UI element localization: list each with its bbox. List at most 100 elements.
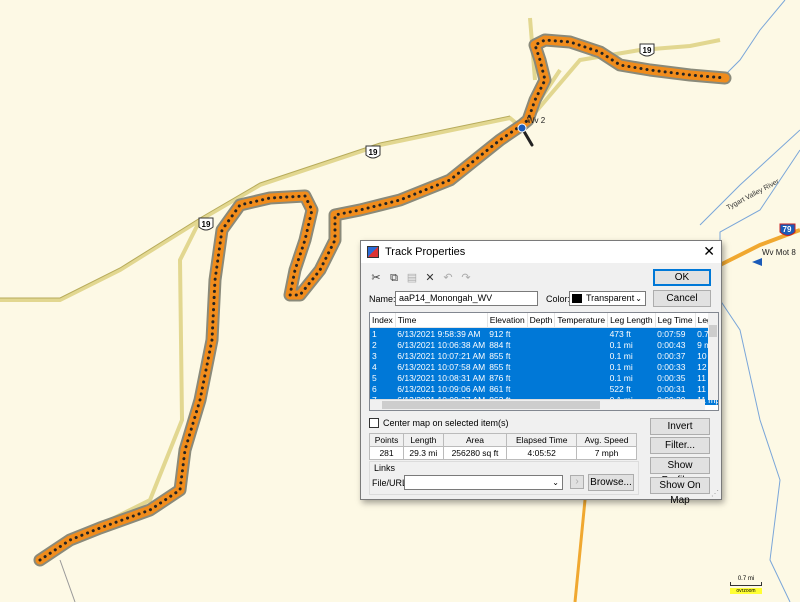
table-cell: 0.1 mi bbox=[607, 339, 656, 350]
delete-icon[interactable]: ✕ bbox=[423, 271, 437, 285]
river bbox=[719, 149, 800, 602]
copy-icon[interactable]: ⧉ bbox=[387, 271, 401, 285]
table-cell: 0:00:31 bbox=[655, 383, 696, 394]
table-cell: 6/13/2021 10:07:58 AM bbox=[395, 361, 488, 372]
wv2-marker-icon bbox=[517, 123, 527, 133]
table-row[interactable]: 2 6/13/2021 10:06:38 AM 884 ft 0.1 mi 0:00:4… bbox=[370, 339, 718, 350]
ok-button[interactable]: OK bbox=[653, 269, 711, 286]
table-cell: 0:00:43 bbox=[655, 339, 696, 350]
table-cell bbox=[554, 372, 608, 383]
svg-text:19: 19 bbox=[369, 148, 378, 157]
table-cell: 6/13/2021 10:09:06 AM bbox=[395, 383, 488, 394]
table-header: Index Time Elevation Depth Temperature L… bbox=[370, 313, 718, 328]
table-cell: 912 ft bbox=[487, 327, 528, 339]
track-stats: Points Length Area Elapsed Time Avg. Spe… bbox=[368, 433, 637, 460]
dialog-titlebar: Track Properties ✕ bbox=[361, 241, 721, 263]
scale-bar: 0.7 mi ovrzoom bbox=[730, 576, 762, 594]
name-label: Name: bbox=[369, 294, 396, 304]
table-cell: 522 ft bbox=[607, 383, 656, 394]
table-cell bbox=[554, 350, 608, 361]
svg-text:19: 19 bbox=[643, 46, 652, 55]
interstate-79-shield: 79 bbox=[779, 223, 796, 236]
track-points-table[interactable]: Index Time Elevation Depth Temperature L… bbox=[369, 312, 719, 411]
table-cell: 876 ft bbox=[487, 372, 528, 383]
name-field[interactable]: aaP14_Monongah_WV bbox=[395, 291, 538, 306]
color-select[interactable]: Transparent ⌄ bbox=[569, 291, 646, 306]
toolbar: ✂ ⧉ ▤ ✕ ↶ ↷ bbox=[369, 271, 473, 285]
table-cell: 6/13/2021 10:07:21 AM bbox=[395, 350, 488, 361]
col-depth[interactable]: Depth bbox=[527, 313, 556, 328]
table-row[interactable]: 1 6/13/2021 9:58:39 AM 912 ft 473 ft 0:07:59… bbox=[370, 327, 718, 339]
col-leg-length[interactable]: Leg Length bbox=[607, 313, 656, 328]
col-leg-time[interactable]: Leg Time bbox=[655, 313, 696, 328]
stat-area-value: 256280 sq ft bbox=[442, 446, 508, 460]
invert-button[interactable]: Invert bbox=[650, 418, 710, 435]
stat-area-label: Area bbox=[442, 433, 508, 447]
stat-length-value: 29.3 mi bbox=[403, 446, 444, 460]
undo-icon[interactable]: ↶ bbox=[441, 271, 455, 285]
file-url-input[interactable]: ⌄ bbox=[404, 475, 563, 490]
table-cell: 1 bbox=[370, 327, 396, 339]
chevron-down-icon: ⌄ bbox=[635, 294, 642, 303]
cut-icon[interactable]: ✂ bbox=[369, 271, 383, 285]
paste-icon[interactable]: ▤ bbox=[405, 271, 419, 285]
table-cell: 473 ft bbox=[607, 327, 656, 339]
cancel-button[interactable]: Cancel bbox=[653, 290, 711, 307]
col-elevation[interactable]: Elevation bbox=[487, 313, 528, 328]
center-map-checkbox[interactable] bbox=[369, 418, 379, 428]
links-label: Links bbox=[374, 463, 396, 473]
table-cell bbox=[554, 327, 608, 339]
table-cell: 4 bbox=[370, 361, 396, 372]
stats-value-row: 281 29.3 mi 256280 sq ft 4:05:52 7 mph bbox=[368, 446, 637, 460]
table-cell: 0.1 mi bbox=[607, 361, 656, 372]
hscroll-thumb[interactable] bbox=[382, 401, 600, 409]
horizontal-scrollbar[interactable] bbox=[370, 399, 705, 410]
stat-points-label: Points bbox=[368, 433, 405, 447]
table-cell bbox=[554, 361, 608, 372]
route-19-shield-2: 19 bbox=[365, 145, 381, 159]
redo-icon[interactable]: ↷ bbox=[459, 271, 473, 285]
col-temperature[interactable]: Temperature bbox=[554, 313, 609, 328]
table-cell bbox=[527, 350, 555, 361]
table-row[interactable]: 5 6/13/2021 10:08:31 AM 876 ft 0.1 mi 0:00:3… bbox=[370, 372, 718, 383]
link-go-button[interactable]: › bbox=[570, 475, 584, 489]
table-cell: 884 ft bbox=[487, 339, 528, 350]
table-cell bbox=[554, 383, 608, 394]
filter-button[interactable]: Filter... bbox=[650, 437, 710, 454]
resize-grip-icon[interactable]: ⋰ bbox=[711, 489, 719, 498]
stat-length-label: Length bbox=[403, 433, 444, 447]
route-19-shield-3: 19 bbox=[198, 217, 214, 231]
close-icon[interactable]: ✕ bbox=[703, 243, 715, 260]
color-value: Transparent bbox=[586, 293, 635, 303]
table-row[interactable]: 6 6/13/2021 10:09:06 AM 861 ft 522 ft 0:00:3… bbox=[370, 383, 718, 394]
flag-icon bbox=[752, 258, 762, 266]
table-cell bbox=[527, 339, 555, 350]
wv2-label: Wv 2 bbox=[527, 116, 546, 125]
table-cell: 6/13/2021 9:58:39 AM bbox=[395, 327, 488, 339]
route-19-shield-1: 19 bbox=[639, 43, 655, 57]
table-cell: 855 ft bbox=[487, 361, 528, 372]
show-profile-button[interactable]: Show Profile... bbox=[650, 457, 710, 486]
browse-button[interactable]: Browse... bbox=[588, 474, 634, 491]
stat-speed-label: Avg. Speed bbox=[576, 433, 637, 447]
show-on-map-button[interactable]: Show On Map bbox=[650, 477, 710, 506]
dialog-title: Track Properties bbox=[385, 246, 466, 258]
table-cell: 6/13/2021 10:08:31 AM bbox=[395, 372, 488, 383]
table-cell: 0:00:35 bbox=[655, 372, 696, 383]
chevron-down-icon: ⌄ bbox=[552, 478, 559, 487]
table-cell: 0:00:33 bbox=[655, 361, 696, 372]
scroll-thumb[interactable] bbox=[709, 325, 717, 337]
zoom-badge: ovrzoom bbox=[730, 588, 762, 594]
table-cell bbox=[527, 327, 555, 339]
vertical-scrollbar[interactable] bbox=[708, 313, 718, 400]
stat-elapsed-label: Elapsed Time bbox=[506, 433, 578, 447]
track-properties-dialog: Track Properties ✕ ✂ ⧉ ▤ ✕ ↶ ↷ OK Cancel… bbox=[360, 240, 722, 506]
col-time[interactable]: Time bbox=[395, 313, 488, 328]
table-row[interactable]: 4 6/13/2021 10:07:58 AM 855 ft 0.1 mi 0:00:3… bbox=[370, 361, 718, 372]
col-index[interactable]: Index bbox=[370, 313, 396, 328]
svg-text:19: 19 bbox=[202, 220, 211, 229]
table-row[interactable]: 3 6/13/2021 10:07:21 AM 855 ft 0.1 mi 0:00:3… bbox=[370, 350, 718, 361]
links-group: Links File/URL: ⌄ › Browse... bbox=[369, 461, 639, 495]
table-cell: 855 ft bbox=[487, 350, 528, 361]
table-cell: 0.1 mi bbox=[607, 350, 656, 361]
